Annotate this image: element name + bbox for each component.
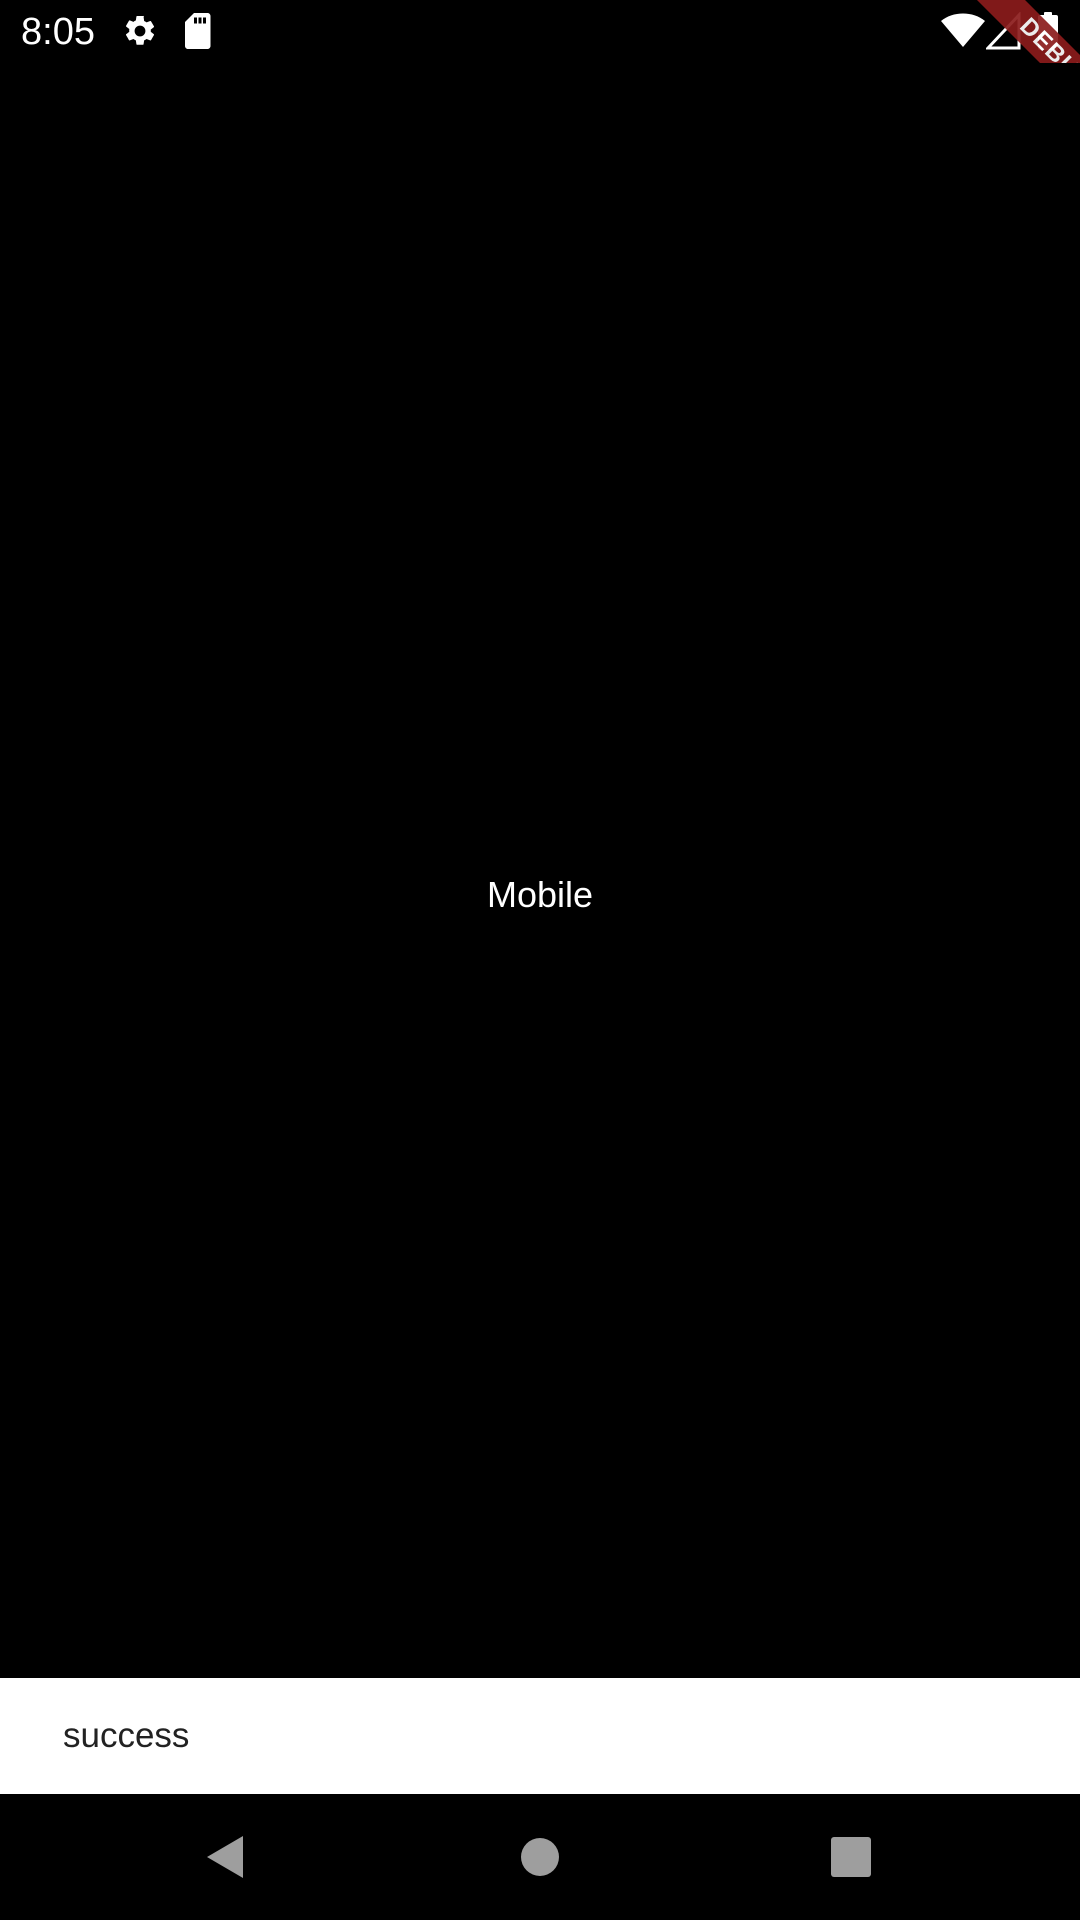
status-time: 8:05 [21,11,95,53]
main-content: Mobile [0,63,1080,1678]
back-icon [207,1836,243,1878]
status-bar: 8:05 [0,0,1080,63]
snackbar: success [0,1678,1080,1794]
snackbar-message: success [63,1716,190,1755]
home-button[interactable] [480,1794,600,1920]
wifi-icon [941,13,985,47]
recents-icon [831,1837,871,1877]
gear-icon [125,15,155,45]
recents-button[interactable] [791,1794,911,1920]
cell-signal-icon [986,12,1021,50]
battery-icon [1038,12,1058,50]
center-label: Mobile [486,874,594,915]
app-screen: 8:05 DEBUG Mobile success [0,0,1080,1920]
back-button[interactable] [165,1794,285,1920]
home-icon [521,1838,559,1876]
navigation-bar [0,1794,1080,1920]
sd-card-icon [185,13,211,49]
